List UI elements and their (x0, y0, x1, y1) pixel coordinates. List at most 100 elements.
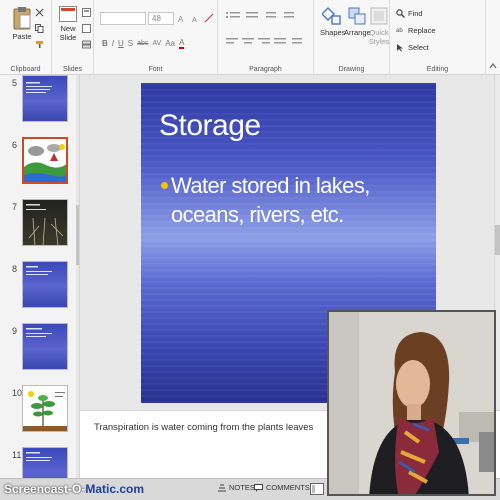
new-slide-icon (59, 6, 77, 22)
select-arrow-icon (397, 44, 403, 52)
font-color-button[interactable]: A (179, 38, 185, 49)
slide-thumbnail-5[interactable] (22, 75, 68, 122)
thumb-text-lines (26, 328, 52, 337)
webcam-overlay (327, 310, 496, 496)
layout-icon[interactable] (82, 8, 91, 17)
section-icon[interactable] (82, 40, 91, 49)
replace-label: Replace (408, 26, 436, 35)
underline-button[interactable]: U (118, 39, 124, 48)
font-name-field[interactable] (100, 12, 146, 25)
drawing-label: Drawing (338, 66, 365, 73)
plant-diagram-thumb (23, 391, 67, 431)
webcam-presenter-image (329, 312, 494, 494)
slide-thumbnail-panel: 5 6 7 8 9 10 11 (0, 75, 80, 480)
comments-button-label: COMMENTS (266, 483, 310, 492)
thumb-number: 9 (12, 326, 18, 336)
clear-format-icon[interactable] (204, 13, 214, 23)
clipboard-label: Clipboard (10, 66, 41, 73)
font-label: Font (148, 66, 163, 73)
slide-bullet[interactable]: Water stored in lakes, oceans, rivers, e… (171, 171, 421, 229)
thumb-text-lines (26, 204, 46, 210)
slide-thumbnail-10[interactable] (22, 385, 68, 432)
watermark-part-b: Matic.com (85, 482, 145, 496)
paragraph-label: Paragraph (249, 66, 282, 73)
canvas-scroll-thumb[interactable] (495, 225, 500, 255)
normal-view-icon[interactable] (310, 483, 324, 495)
shrink-font-icon[interactable]: A (192, 14, 202, 23)
slide-thumbnail-8[interactable] (22, 261, 68, 308)
thumb-text-lines (26, 452, 52, 461)
ribbon: Paste Clipboard New Slide Slides 48 A A … (0, 0, 500, 75)
drawing-group: Shapes Arrange Quick Styles Drawing (314, 0, 390, 75)
paste-button[interactable]: Paste (8, 6, 36, 41)
quick-styles-label-2: Styles (368, 37, 390, 46)
thumb-number: 6 (12, 140, 18, 150)
bullet-icon (161, 182, 168, 189)
collapse-ribbon-icon[interactable] (489, 63, 497, 69)
arrange-icon (348, 7, 366, 25)
replace-icon: ab (396, 28, 403, 34)
thumb-number: 8 (12, 264, 18, 274)
thumb-number: 5 (12, 78, 18, 88)
slide-thumbnail-7[interactable] (22, 199, 68, 246)
water-cycle-diagram-thumb (24, 139, 66, 182)
quick-styles-button[interactable]: Quick Styles (368, 6, 390, 46)
slide-thumbnail-9[interactable] (22, 323, 68, 370)
grow-font-icon[interactable]: A (178, 14, 188, 23)
font-format-row: B I U S abc AV Aa A (102, 38, 185, 49)
slides-label: Slides (62, 66, 83, 73)
select-label: Select (408, 43, 429, 52)
reset-icon[interactable] (82, 24, 91, 33)
shapes-icon (322, 7, 341, 25)
new-slide-label-2: Slide (59, 33, 77, 42)
find-label: Find (408, 9, 423, 18)
slide-thumbnail-6[interactable] (22, 137, 68, 184)
notes-text[interactable]: Transpiration is water coming from the p… (94, 422, 313, 433)
shapes-label: Shapes (320, 28, 346, 37)
slide-title[interactable]: Storage (159, 109, 261, 143)
notes-button[interactable]: NOTES (218, 483, 255, 492)
arrange-label: Arrange (344, 28, 371, 37)
svg-text:ab: ab (396, 28, 403, 34)
font-group: 48 A A B I U S abc AV Aa A Font (94, 0, 218, 75)
notes-icon (218, 484, 226, 491)
new-slide-button[interactable]: New Slide (56, 6, 80, 42)
case-button[interactable]: Aa (165, 39, 175, 48)
shadow-button[interactable]: S (128, 39, 133, 48)
copy-icon[interactable] (35, 24, 44, 33)
screencast-watermark: Screencast-O-Matic.com (4, 482, 144, 496)
comments-button[interactable]: COMMENTS (254, 483, 310, 492)
cut-icon[interactable] (35, 8, 44, 17)
slide-thumbnail-11[interactable] (22, 447, 68, 480)
find-icon (396, 9, 405, 18)
spacing-button[interactable]: AV (152, 40, 161, 47)
arrange-button[interactable]: Arrange (344, 6, 371, 37)
paragraph-icons[interactable] (224, 10, 308, 54)
roots-image-thumb (28, 218, 64, 245)
slides-group: New Slide Slides (52, 0, 94, 75)
font-size-field[interactable]: 48 (148, 12, 174, 25)
comments-icon (254, 483, 263, 492)
replace-button[interactable]: ab Replace (396, 26, 436, 35)
clipboard-group: Paste Clipboard (0, 0, 52, 75)
editing-label: Editing (426, 66, 449, 73)
svg-text:A: A (192, 17, 197, 23)
shapes-button[interactable]: Shapes (320, 6, 346, 37)
paragraph-group: Paragraph (218, 0, 314, 75)
svg-text:A: A (178, 15, 184, 23)
thumb-text-lines (26, 82, 52, 93)
bold-button[interactable]: B (102, 39, 108, 48)
notes-button-label: NOTES (229, 483, 255, 492)
watermark-part-a: Screencast-O- (4, 482, 86, 496)
find-button[interactable]: Find (396, 9, 423, 18)
select-button[interactable]: Select (396, 43, 429, 52)
strike-button[interactable]: abc (137, 40, 148, 47)
thumb-number: 11 (12, 450, 22, 460)
thumb-number: 7 (12, 202, 18, 212)
italic-button[interactable]: I (112, 39, 114, 48)
format-painter-icon[interactable] (35, 40, 44, 49)
paste-label: Paste (12, 32, 32, 41)
thumb-number: 10 (12, 388, 23, 398)
paste-icon (13, 7, 31, 30)
quick-styles-label-1: Quick (369, 28, 389, 37)
